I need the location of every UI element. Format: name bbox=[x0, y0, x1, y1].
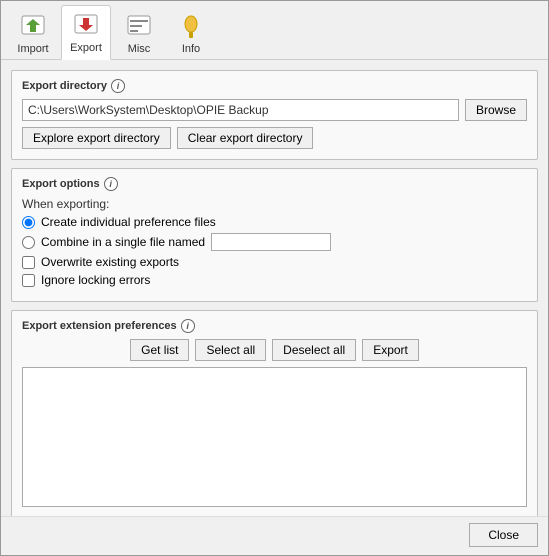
check-overwrite-label[interactable]: Overwrite existing exports bbox=[41, 255, 179, 269]
radio-individual-row: Create individual preference files bbox=[22, 215, 527, 229]
export-options-info-icon[interactable]: i bbox=[104, 177, 118, 191]
tab-misc[interactable]: Misc bbox=[115, 7, 163, 59]
combine-filename-input[interactable] bbox=[211, 233, 331, 251]
tab-export[interactable]: Export bbox=[61, 5, 111, 60]
export-label: Export bbox=[70, 42, 102, 54]
tab-import[interactable]: Import bbox=[9, 7, 57, 59]
export-directory-info-icon[interactable]: i bbox=[111, 79, 125, 93]
export-directory-section: Export directory i Browse Explore export… bbox=[11, 70, 538, 160]
export-button[interactable]: Export bbox=[362, 339, 419, 361]
check-locking-label[interactable]: Ignore locking errors bbox=[41, 273, 150, 287]
export-options-label: Export options bbox=[22, 178, 100, 190]
explore-button[interactable]: Explore export directory bbox=[22, 127, 171, 149]
footer: Close bbox=[1, 516, 548, 555]
info-label: Info bbox=[182, 43, 200, 55]
when-exporting-label: When exporting: bbox=[22, 197, 527, 211]
extension-list[interactable] bbox=[22, 367, 527, 507]
misc-label: Misc bbox=[128, 43, 151, 55]
tab-info[interactable]: Info bbox=[167, 7, 215, 59]
radio-individual[interactable] bbox=[22, 216, 35, 229]
radio-individual-label[interactable]: Create individual preference files bbox=[41, 215, 216, 229]
clear-button[interactable]: Clear export directory bbox=[177, 127, 314, 149]
main-window: Import Export Misc bbox=[0, 0, 549, 556]
deselect-all-button[interactable]: Deselect all bbox=[272, 339, 356, 361]
export-extension-label: Export extension preferences bbox=[22, 320, 177, 332]
info-tab-icon bbox=[175, 11, 207, 43]
close-button[interactable]: Close bbox=[469, 523, 538, 547]
select-all-button[interactable]: Select all bbox=[195, 339, 266, 361]
toolbar: Import Export Misc bbox=[1, 1, 548, 60]
radio-combine-row: Combine in a single file named bbox=[22, 233, 527, 251]
check-overwrite-row: Overwrite existing exports bbox=[22, 255, 527, 269]
export-directory-title: Export directory i bbox=[22, 79, 527, 93]
import-icon bbox=[17, 11, 49, 43]
get-list-button[interactable]: Get list bbox=[130, 339, 189, 361]
directory-row: Browse bbox=[22, 99, 527, 121]
radio-combine-label[interactable]: Combine in a single file named bbox=[41, 235, 205, 249]
main-content: Export directory i Browse Explore export… bbox=[1, 60, 548, 516]
export-extension-info-icon[interactable]: i bbox=[181, 319, 195, 333]
check-locking-row: Ignore locking errors bbox=[22, 273, 527, 287]
export-options-title: Export options i bbox=[22, 177, 527, 191]
misc-icon bbox=[123, 11, 155, 43]
export-extension-section: Export extension preferences i Get list … bbox=[11, 310, 538, 516]
check-overwrite[interactable] bbox=[22, 256, 35, 269]
extension-button-row: Get list Select all Deselect all Export bbox=[22, 339, 527, 361]
import-label: Import bbox=[17, 43, 48, 55]
browse-button[interactable]: Browse bbox=[465, 99, 527, 121]
export-directory-label: Export directory bbox=[22, 80, 107, 92]
export-options-section: Export options i When exporting: Create … bbox=[11, 168, 538, 302]
directory-button-row: Explore export directory Clear export di… bbox=[22, 127, 527, 149]
radio-combine[interactable] bbox=[22, 236, 35, 249]
directory-input[interactable] bbox=[22, 99, 459, 121]
export-icon bbox=[70, 10, 102, 42]
check-locking[interactable] bbox=[22, 274, 35, 287]
export-extension-title: Export extension preferences i bbox=[22, 319, 527, 333]
